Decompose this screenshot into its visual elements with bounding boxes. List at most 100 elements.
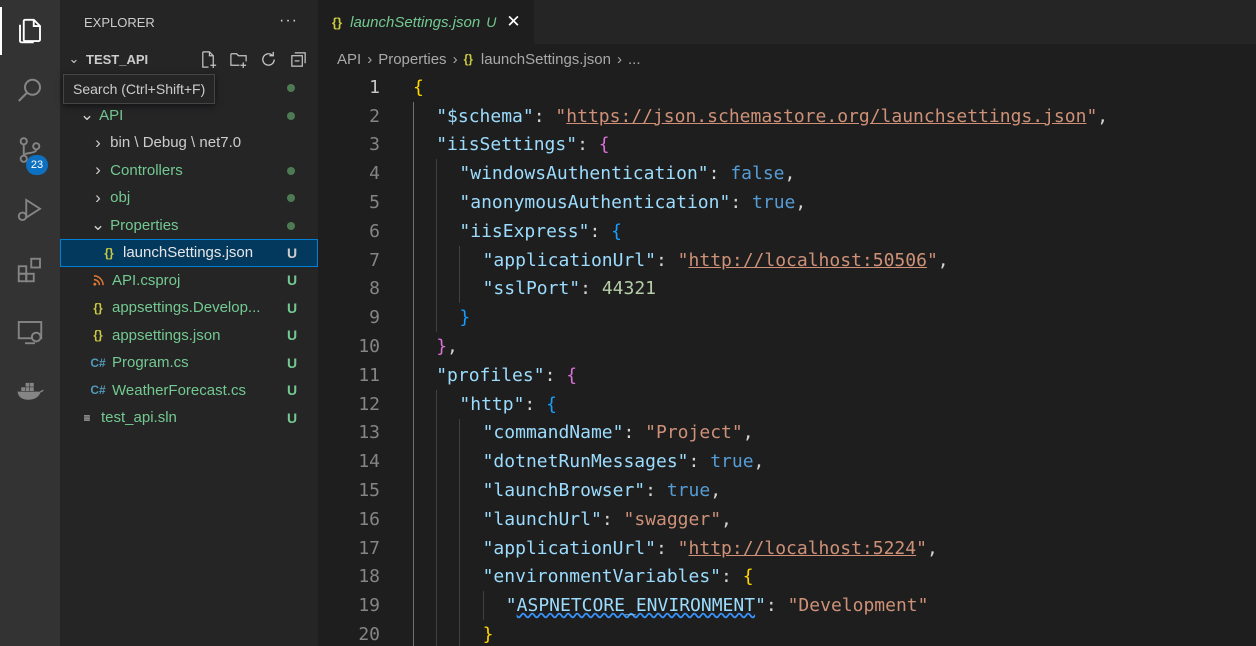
new-folder-icon[interactable] <box>226 48 250 70</box>
tree-folder[interactable]: ⌄ Properties <box>60 212 318 240</box>
line-number: 6 <box>369 220 380 242</box>
tree-item-label: Program.cs <box>112 354 189 372</box>
code-token: "applicationUrl" <box>482 249 656 271</box>
code-token: } <box>482 624 494 646</box>
line-number: 8 <box>369 278 380 300</box>
tree-file[interactable]: {} appsettings.Develop... U <box>60 294 318 322</box>
tab-launchsettings[interactable]: {} launchSettings.json U ✕ <box>318 0 534 44</box>
code-token: , <box>795 192 807 214</box>
more-actions-icon[interactable]: ··· <box>279 12 298 30</box>
line-number: 18 <box>358 566 380 588</box>
code-token: " <box>505 595 517 617</box>
code-token: " <box>916 537 927 559</box>
tree-item-label: launchSettings.json <box>123 244 254 262</box>
tree-folder[interactable]: › bin \ Debug \ net7.0 <box>60 129 318 157</box>
code-token: : <box>688 451 711 473</box>
json-file-icon: {} <box>93 328 103 343</box>
breadcrumb-item-file[interactable]: launchSettings.json <box>481 51 611 68</box>
editor-tab-bar: {} launchSettings.json U ✕ <box>318 0 1256 44</box>
explorer-title: EXPLORER <box>84 14 155 30</box>
code-token: " <box>755 595 766 617</box>
tree-folder[interactable]: › obj <box>60 184 318 212</box>
tree-item-label: test_api.sln <box>101 409 177 427</box>
json-file-icon: {} <box>93 300 103 315</box>
close-icon[interactable]: ✕ <box>506 12 520 32</box>
search-icon[interactable] <box>0 63 60 119</box>
source-control-icon[interactable]: 23 <box>0 122 60 178</box>
code-token: : <box>589 220 612 242</box>
code-token: , <box>710 480 722 502</box>
code-token: { <box>546 393 557 415</box>
code-line: 10}, <box>318 332 1256 361</box>
workspace-section-header[interactable]: ⌄ TEST_API <box>60 44 318 74</box>
run-debug-icon[interactable] <box>0 182 60 238</box>
code-token: , <box>784 163 796 185</box>
code-token: : <box>708 163 731 185</box>
code-token: } <box>459 307 471 329</box>
code-token: "iisExpress" <box>459 220 590 242</box>
tree-item-label: bin \ Debug \ net7.0 <box>110 134 242 152</box>
tree-folder[interactable]: › Controllers <box>60 157 318 185</box>
breadcrumb-item-properties[interactable]: Properties <box>378 51 446 68</box>
code-line: 3 "iisSettings": { <box>318 131 1256 160</box>
code-token: { <box>742 566 754 588</box>
tree-file[interactable]: C# Program.cs U <box>60 349 318 377</box>
explorer-header: EXPLORER ··· <box>60 0 318 44</box>
git-status-badge: U <box>287 354 298 371</box>
code-token: : <box>655 537 678 559</box>
line-number: 5 <box>369 192 380 214</box>
tree-file[interactable]: {} appsettings.json U <box>60 322 318 350</box>
explorer-icon[interactable] <box>0 3 60 59</box>
cs-file-icon: C# <box>90 383 106 398</box>
code-token: 44321 <box>601 278 657 300</box>
line-number: 10 <box>358 336 380 358</box>
breadcrumb-item-api[interactable]: API <box>337 51 361 68</box>
code-token: "swagger" <box>623 508 722 530</box>
indent-guide <box>459 245 461 304</box>
code-line: 11 "profiles": { <box>318 361 1256 390</box>
new-file-icon[interactable] <box>196 48 220 70</box>
code-token: : <box>601 508 624 530</box>
line-number: 12 <box>358 393 380 415</box>
remote-explorer-icon[interactable] <box>0 304 60 360</box>
code-token: : <box>721 566 743 588</box>
code-token: "applicationUrl" <box>482 537 656 559</box>
line-number: 9 <box>369 307 380 329</box>
line-number: 13 <box>358 422 380 444</box>
code-token: , <box>447 336 458 358</box>
code-editor[interactable]: 1{2 "$schema": "https://json.schemastore.… <box>318 72 1256 646</box>
extensions-icon[interactable] <box>0 242 60 298</box>
search-tooltip: Search (Ctrl+Shift+F) <box>63 74 216 104</box>
chevron-down-icon: ⌄ <box>90 215 106 235</box>
refresh-icon[interactable] <box>256 48 280 70</box>
code-token: "anonymousAuthentication" <box>459 192 731 214</box>
code-token: : <box>580 278 602 300</box>
tree-file[interactable]: ≡ test_api.sln U <box>60 404 318 432</box>
tree-file[interactable]: API.csproj U <box>60 267 318 295</box>
docker-icon[interactable] <box>0 363 60 419</box>
tree-item-label: API <box>99 106 124 124</box>
code-token: "sslPort" <box>482 278 581 300</box>
indent-guide <box>459 418 461 646</box>
breadcrumb-item-symbol[interactable]: ... <box>628 51 641 68</box>
tree-folder[interactable]: ⌄ API <box>60 102 318 130</box>
code-token: true <box>752 192 796 214</box>
code-line: 5 "anonymousAuthentication": true, <box>318 188 1256 217</box>
tree-item-label: Properties <box>110 216 179 234</box>
code-token: : <box>645 480 667 502</box>
chevron-right-icon: › <box>95 187 101 207</box>
code-token: : <box>623 422 646 444</box>
collapse-all-icon[interactable] <box>286 48 310 70</box>
rss-file-icon <box>90 274 106 286</box>
line-number: 11 <box>358 364 380 386</box>
code-token: http://localhost:50506 <box>688 249 927 271</box>
tree-item-label: appsettings.json <box>112 326 221 344</box>
code-token: , <box>937 249 949 271</box>
code-token: "Development" <box>787 595 929 617</box>
git-status-badge: U <box>287 409 298 426</box>
code-token: " <box>677 537 689 559</box>
tree-file[interactable]: {} launchSettings.json U <box>60 239 318 267</box>
tree-file[interactable]: C# WeatherForecast.cs U <box>60 377 318 405</box>
line-number: 16 <box>358 508 380 530</box>
code-token: { <box>611 220 622 242</box>
